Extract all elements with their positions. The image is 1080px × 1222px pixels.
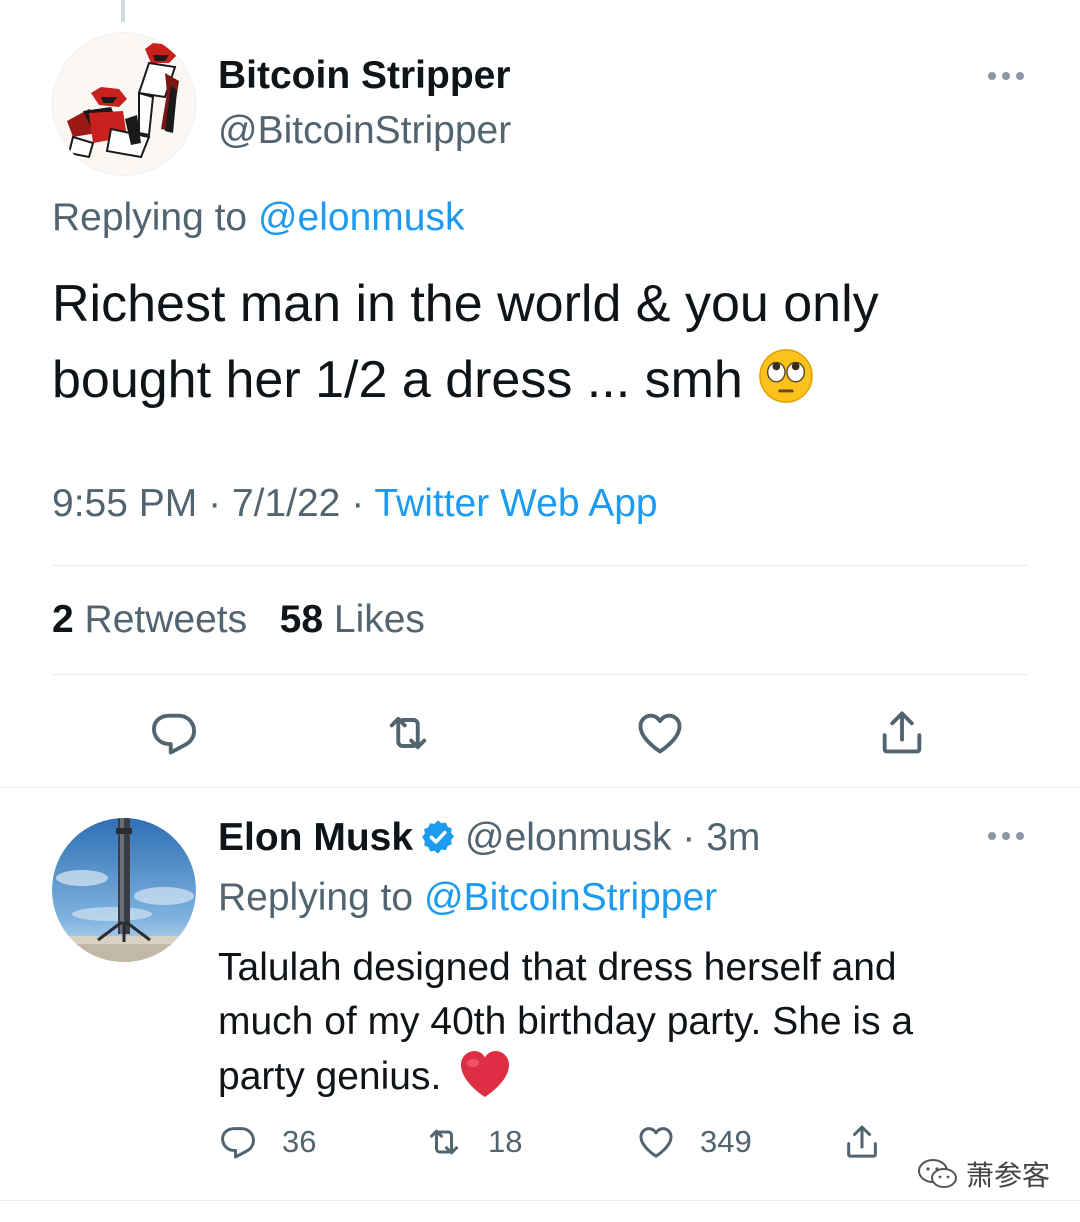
reply-icon xyxy=(221,1127,255,1159)
bitcoin-stripper-avatar-image xyxy=(53,33,195,175)
reply-text: Talulah designed that dress herself and … xyxy=(218,941,1018,1104)
retweets-label: Retweets xyxy=(84,598,248,641)
tweet-meta: 9:55 PM · 7/1/22 · Twitter Web App xyxy=(52,482,658,526)
meta-separator: · xyxy=(208,482,222,525)
verified-badge-icon xyxy=(422,820,455,854)
reply-icon[interactable] xyxy=(148,707,200,759)
reply-header: Elon Musk @elonmusk · 3m xyxy=(218,816,760,860)
avatar[interactable] xyxy=(52,32,196,176)
reply-text-line-2: much of my 40th birthday party. She is a xyxy=(218,1000,914,1043)
replying-to-handle-link[interactable]: @elonmusk xyxy=(258,196,465,239)
likes-stat[interactable]: 58 Likes xyxy=(280,598,425,641)
reply-retweet-action[interactable]: 18 xyxy=(424,1120,522,1164)
tweet-text-line-2-wrap: bought her 1/2 a dress ... smh xyxy=(52,342,1022,418)
reply-header-separator: · xyxy=(682,816,696,859)
replying-to-prefix: Replying to xyxy=(52,196,248,239)
reply-count: 36 xyxy=(282,1124,317,1159)
reply-reply-action[interactable]: 36 xyxy=(218,1120,316,1164)
reply-text-line-1: Talulah designed that dress herself and xyxy=(218,946,897,989)
like-icon[interactable] xyxy=(634,707,686,759)
reply-author-handle[interactable]: @elonmusk xyxy=(465,816,672,859)
reply-replying-to: Replying to @BitcoinStripper xyxy=(218,876,717,920)
more-options-icon[interactable] xyxy=(986,70,1026,82)
tweet-text-line-1: Richest man in the world & you only xyxy=(52,275,879,333)
meta-separator: · xyxy=(351,482,365,525)
tweet-stats: 2 Retweets 58 Likes xyxy=(52,598,425,642)
watermark: 萧参客 xyxy=(916,1152,1050,1196)
divider xyxy=(52,674,1028,675)
retweet-count: 18 xyxy=(488,1124,523,1159)
reply-author-name[interactable]: Elon Musk xyxy=(218,816,413,859)
main-tweet-header: Bitcoin Stripper @BitcoinStripper xyxy=(52,32,1028,176)
likes-label: Likes xyxy=(333,598,425,641)
replying-to-prefix: Replying to xyxy=(218,876,414,919)
reply-time[interactable]: 3m xyxy=(706,816,760,859)
tweet-date: 7/1/22 xyxy=(231,482,341,525)
share-icon xyxy=(847,1125,877,1158)
retweet-icon xyxy=(430,1129,458,1155)
likes-count: 58 xyxy=(279,598,324,641)
tweet-text-line-2: bought her 1/2 a dress ... smh xyxy=(52,351,743,409)
retweets-count: 2 xyxy=(52,598,74,641)
thread-connector-line xyxy=(121,0,125,22)
retweets-stat[interactable]: 2 Retweets xyxy=(52,598,247,641)
reply-share-action[interactable] xyxy=(842,1120,906,1164)
reply-like-action[interactable]: 349 xyxy=(636,1120,752,1164)
tweet-client-link[interactable]: Twitter Web App xyxy=(374,482,657,525)
replying-to: Replying to @elonmusk xyxy=(52,196,464,240)
rocket-booster-avatar-image xyxy=(52,818,196,962)
face-with-rolling-eyes-emoji xyxy=(759,349,814,403)
divider xyxy=(0,1200,1080,1201)
retweet-icon[interactable] xyxy=(382,707,434,759)
watermark-text: 萧参客 xyxy=(966,1160,1051,1191)
like-count: 349 xyxy=(700,1124,752,1159)
author-handle[interactable]: @BitcoinStripper xyxy=(218,109,511,153)
author-name[interactable]: Bitcoin Stripper xyxy=(218,54,511,98)
red-heart-emoji xyxy=(461,1051,510,1097)
divider xyxy=(52,565,1028,566)
wechat-icon xyxy=(918,1159,957,1188)
reply-text-line-3: party genius. xyxy=(218,1055,442,1098)
like-icon xyxy=(639,1127,673,1158)
share-icon[interactable] xyxy=(876,707,928,759)
tweet-text: Richest man in the world & you only boug… xyxy=(52,266,1022,418)
reply-text-line-3-wrap: party genius. xyxy=(218,1049,1018,1104)
avatar[interactable] xyxy=(52,818,196,962)
more-options-icon[interactable] xyxy=(986,830,1026,842)
replying-to-handle-link[interactable]: @BitcoinStripper xyxy=(424,876,717,919)
divider xyxy=(0,787,1080,788)
tweet-time: 9:55 PM xyxy=(52,482,198,525)
